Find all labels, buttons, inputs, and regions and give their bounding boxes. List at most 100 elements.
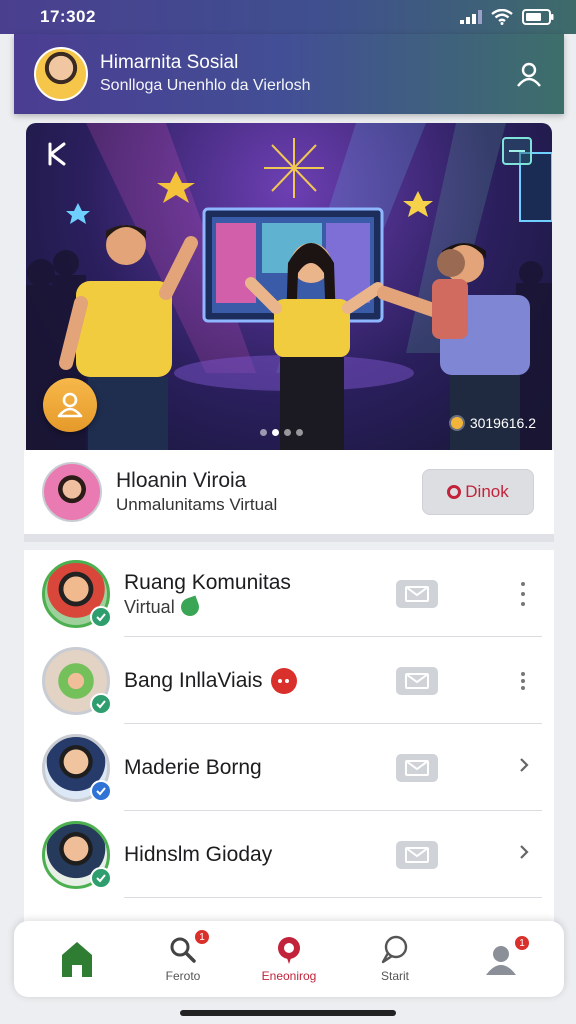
nav-home[interactable]: [32, 939, 122, 979]
coin-icon: [448, 415, 465, 431]
user-icon: [57, 392, 83, 418]
header-text: Himarnita Sosial Sonlloga Unenhlo da Vie…: [100, 51, 311, 97]
featured-title: Hloanin Viroia: [116, 469, 247, 492]
more-dot: [521, 601, 525, 606]
featured-subtitle: Unmalunitams Virtual: [116, 495, 278, 514]
carousel-dot[interactable]: [284, 429, 291, 436]
row-text: Hidnslm Gioday: [124, 842, 384, 868]
chat-icon: [381, 935, 408, 964]
nav-search-label: Feroto: [165, 969, 201, 983]
row-text: Bang InllaViais: [124, 667, 384, 694]
leaf-icon: [178, 594, 202, 619]
list-item[interactable]: Bang InllaViais: [24, 637, 554, 724]
row-title: Bang InllaViais: [124, 667, 384, 694]
row-title: Ruang Komunitas: [124, 570, 384, 596]
hero-banner[interactable]: 3019616.2: [26, 123, 552, 450]
back-icon: [48, 142, 66, 166]
mail-icon: [405, 672, 429, 689]
more-dot: [521, 685, 525, 690]
mail-icon: [405, 846, 429, 863]
featured-text: Hloanin Viroia Unmalunitams Virtual: [116, 468, 277, 516]
verified-icon: [90, 866, 112, 889]
party-illustration: [26, 123, 552, 450]
pin-icon: [278, 937, 300, 964]
home-icon: [62, 942, 92, 977]
join-button[interactable]: Dinok: [422, 469, 534, 515]
message-button[interactable]: [396, 579, 438, 608]
minus-icon: [509, 150, 525, 152]
menu-button[interactable]: [502, 137, 532, 165]
mail-icon: [405, 585, 429, 602]
notification-badge: 1: [514, 935, 530, 951]
more-dot: [521, 581, 525, 586]
carousel-indicator[interactable]: [260, 429, 303, 436]
more-dot: [521, 591, 525, 596]
mail-icon: [405, 759, 429, 776]
more-dot: [521, 671, 525, 676]
profile-button[interactable]: [512, 57, 546, 91]
notification-badge: 1: [194, 929, 210, 945]
chevron-right-icon: [520, 758, 529, 772]
back-button[interactable]: [40, 137, 74, 171]
chevron-right-button[interactable]: [518, 844, 530, 865]
message-button[interactable]: [396, 753, 438, 782]
more-options-button[interactable]: [518, 581, 528, 606]
bottom-nav: 1 Feroto Eneonirog Starit 1: [14, 921, 564, 997]
app-header: Himarnita Sosial Sonlloga Unenhlo da Vie…: [14, 34, 564, 114]
status-icons: [460, 9, 554, 25]
message-button[interactable]: [396, 840, 438, 869]
row-avatar: [42, 559, 112, 628]
unread-badge: [270, 667, 297, 694]
ring-icon: [447, 485, 462, 499]
message-button[interactable]: [396, 666, 438, 695]
wifi-icon: [491, 9, 513, 25]
carousel-dot[interactable]: [296, 429, 303, 436]
community-user-button[interactable]: [43, 378, 97, 432]
chevron-right-icon: [520, 845, 529, 859]
page-title: Himarnita Sosial: [100, 52, 239, 73]
row-avatar: [42, 820, 112, 889]
row-avatar: [42, 646, 112, 715]
row-title-text: Hidnslm Gioday: [124, 842, 273, 866]
list-item[interactable]: Ruang Komunitas Virtual: [24, 550, 554, 637]
carousel-dot[interactable]: [260, 429, 267, 436]
carousel-dot-active[interactable]: [272, 429, 279, 436]
nav-chat[interactable]: Starit: [350, 935, 440, 983]
row-title: Maderie Borng: [124, 755, 384, 781]
nav-encounter-label: Eneonirog: [261, 969, 317, 983]
row-title-text: Maderie Borng: [124, 755, 262, 779]
viewer-count: 3019616.2: [448, 415, 536, 431]
row-text: Maderie Borng: [124, 755, 384, 781]
viewer-count-text: 3019616.2: [469, 415, 536, 431]
nav-encounter[interactable]: Eneonirog: [244, 935, 334, 983]
status-bar: 17:302: [0, 0, 576, 34]
chevron-right-button[interactable]: [518, 757, 530, 778]
row-text: Ruang Komunitas Virtual: [124, 570, 384, 619]
profile-icon: [486, 946, 516, 975]
home-indicator: [180, 1010, 396, 1016]
row-title-text: Ruang Komunitas: [124, 570, 291, 594]
community-list: Ruang Komunitas Virtual Bang InllaViais: [24, 550, 554, 930]
list-item[interactable]: Maderie Borng: [24, 724, 554, 811]
row-subtitle-text: Virtual: [124, 596, 175, 617]
nav-search[interactable]: 1 Feroto: [138, 929, 228, 983]
join-button-label: Dinok: [465, 482, 509, 501]
page-subtitle: Sonlloga Unenhlo da Vierlosh: [100, 77, 311, 94]
row-avatar: [42, 733, 112, 802]
featured-avatar: [42, 462, 102, 522]
more-dot: [521, 678, 525, 683]
signal-icon: [460, 10, 482, 24]
verified-icon: [90, 692, 112, 715]
battery-icon: [522, 9, 554, 25]
more-options-button[interactable]: [518, 671, 528, 690]
avatar[interactable]: [34, 47, 88, 101]
row-title-text: Bang InllaViais: [124, 668, 263, 692]
row-subtitle: Virtual: [124, 594, 384, 619]
nav-profile[interactable]: 1: [456, 935, 546, 977]
verified-icon: [90, 605, 112, 628]
featured-community-card[interactable]: Hloanin Viroia Unmalunitams Virtual Dino…: [24, 450, 554, 542]
row-title: Hidnslm Gioday: [124, 842, 384, 868]
list-item[interactable]: Hidnslm Gioday: [24, 811, 554, 898]
nav-chat-label: Starit: [380, 969, 409, 983]
status-time: 17:302: [40, 7, 96, 26]
